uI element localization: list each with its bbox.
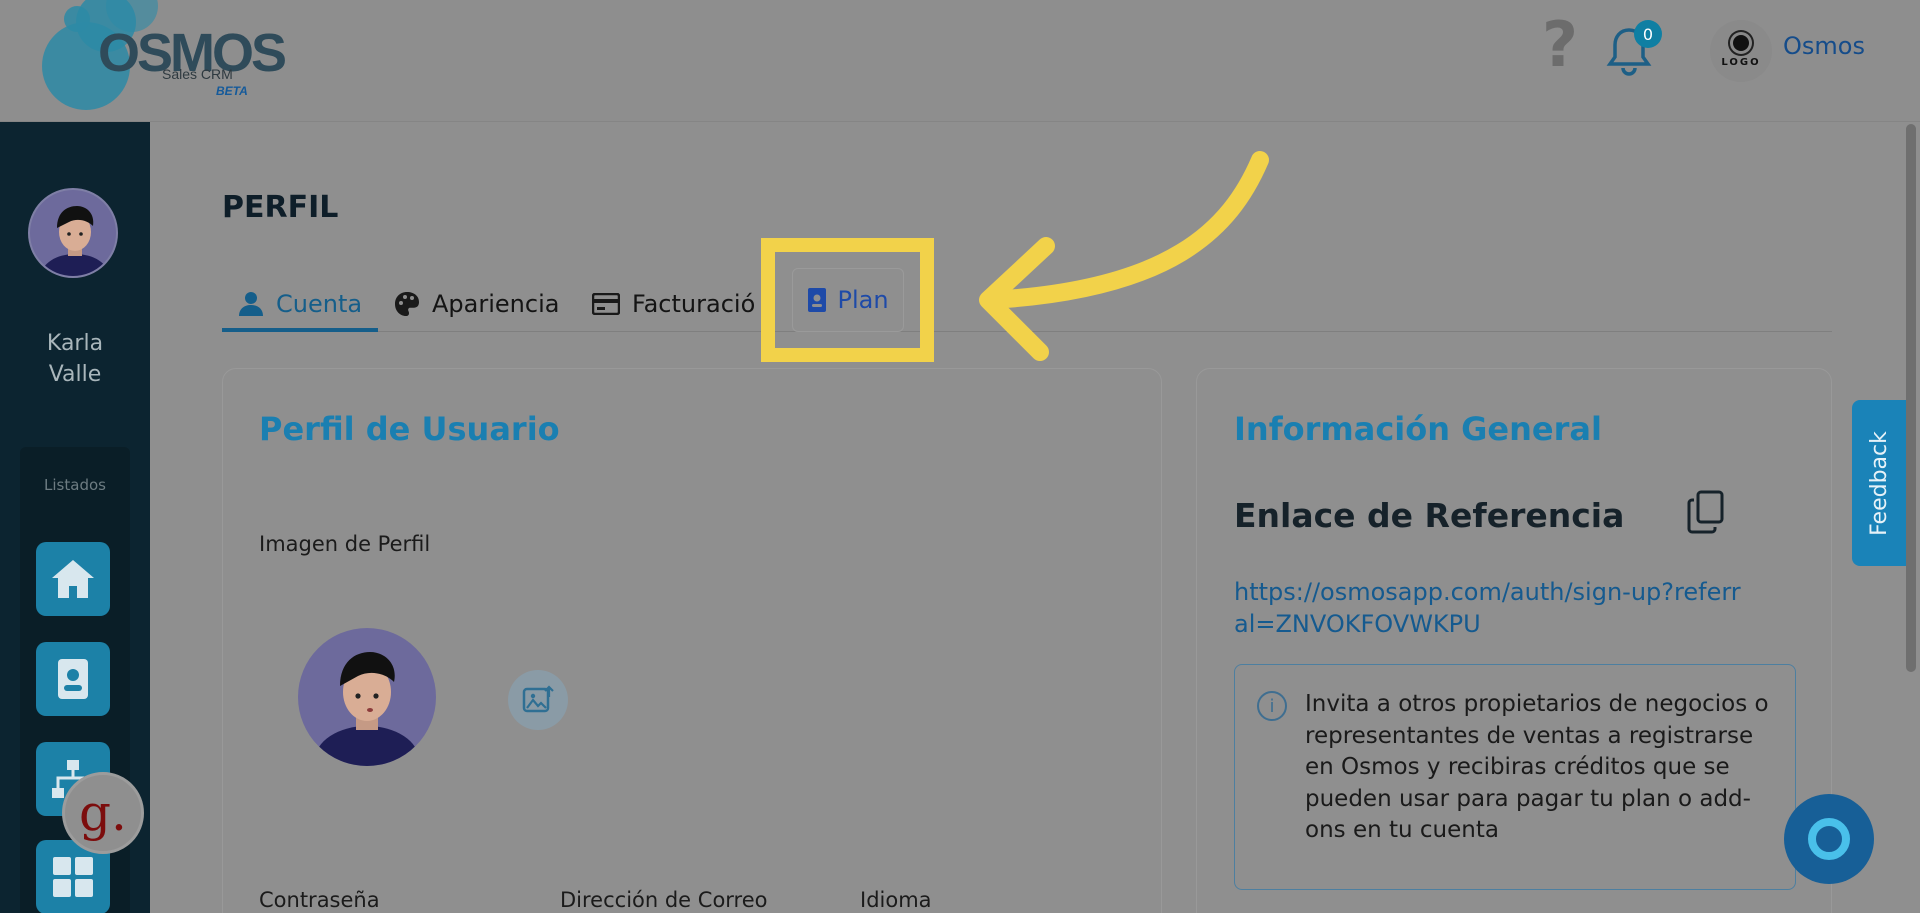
upload-image-button[interactable] <box>508 670 568 730</box>
info-icon: i <box>1257 691 1287 721</box>
user-avatar-illustration <box>315 652 419 766</box>
sidebar-item-contacts[interactable] <box>36 642 110 716</box>
profile-card-title: Perfil de Usuario <box>259 410 560 448</box>
sidebar-section-label: Listados <box>44 476 106 494</box>
copy-icon[interactable] <box>1686 490 1726 534</box>
tab-apariencia[interactable]: Apariencia <box>394 284 559 324</box>
email-label: Dirección de Correo <box>560 888 768 912</box>
referral-info-text: Invita a otros propietarios de negocios … <box>1305 691 1769 843</box>
sidebar-avatar[interactable] <box>28 188 118 278</box>
logo-mark-icon <box>1733 34 1749 51</box>
logo-subtitle: Sales CRM <box>162 66 233 82</box>
tab-facturacion-label: Facturació <box>632 290 756 318</box>
active-tab-indicator <box>222 328 378 332</box>
company-logo[interactable]: LOGO <box>1710 20 1772 82</box>
palette-icon <box>395 292 419 316</box>
tab-facturacion[interactable]: Facturació <box>592 284 755 324</box>
feedback-button[interactable]: Feedback <box>1852 400 1906 566</box>
logo-beta-badge: BETA <box>216 84 248 98</box>
highlight-box <box>761 238 934 362</box>
tab-cuenta-label: Cuenta <box>276 290 363 318</box>
profile-image-label: Imagen de Perfil <box>259 532 431 556</box>
sidebar-item-home[interactable] <box>36 542 110 616</box>
pointer-arrow-icon <box>979 151 1269 361</box>
contact-card-icon <box>58 659 88 699</box>
page-title: PERFIL <box>222 190 339 225</box>
grammar-extension-button[interactable]: g. <box>62 772 144 854</box>
feedback-label: Feedback <box>1866 430 1892 536</box>
language-label: Idioma <box>860 888 932 912</box>
user-avatar-illustration <box>41 206 109 276</box>
page-scrollbar[interactable] <box>1906 124 1916 672</box>
chat-icon <box>1808 818 1850 860</box>
help-icon[interactable]: ? <box>1542 14 1578 76</box>
company-name[interactable]: Osmos <box>1783 32 1865 60</box>
osmos-logo[interactable]: OSMOS Sales CRM BETA <box>36 0 287 112</box>
referral-link[interactable]: https://osmosapp.com/auth/sign-up?referr… <box>1234 576 1754 640</box>
top-bar: OSMOS Sales CRM BETA ? 0 LOGO Osmos <box>0 0 1920 122</box>
grid-icon <box>53 857 93 897</box>
chat-launcher-button[interactable] <box>1784 794 1874 884</box>
profile-picture <box>298 628 436 766</box>
tab-apariencia-label: Apariencia <box>432 290 560 318</box>
home-icon <box>52 560 94 598</box>
referral-info-box: i Invita a otros propietarios de negocio… <box>1234 664 1796 890</box>
credit-card-icon <box>592 293 620 315</box>
password-label: Contraseña <box>259 888 380 912</box>
general-info-title: Información General <box>1234 410 1602 448</box>
notification-badge: 0 <box>1634 20 1662 48</box>
company-logo-text: LOGO <box>1721 56 1761 68</box>
logo-bubble <box>64 6 90 32</box>
image-upload-icon <box>522 685 554 713</box>
tab-cuenta[interactable]: Cuenta <box>238 284 362 324</box>
user-icon <box>239 292 263 316</box>
sidebar-user-name: Karla Valle <box>46 331 104 387</box>
referral-title: Enlace de Referencia <box>1234 496 1625 535</box>
